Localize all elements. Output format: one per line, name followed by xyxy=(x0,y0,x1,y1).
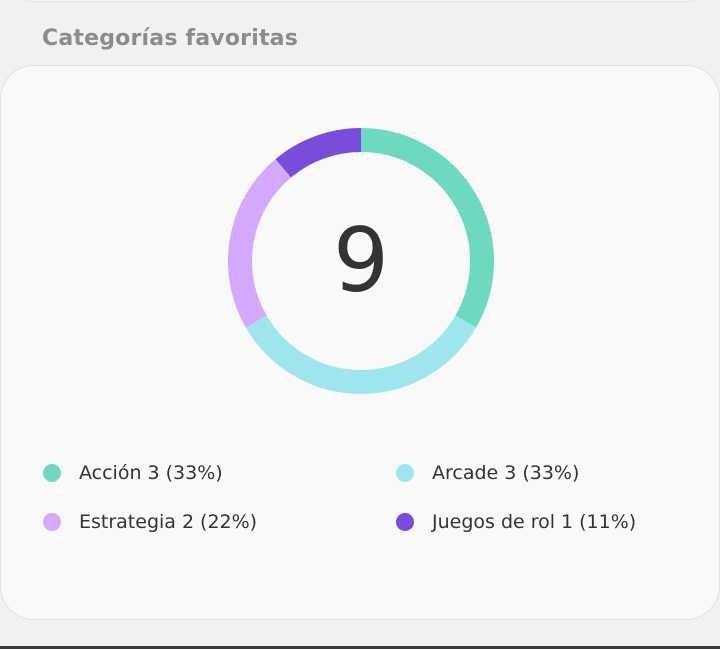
legend-label-estrategia: Estrategia xyxy=(79,511,176,533)
donut-chart: 9 xyxy=(227,127,495,395)
section-title: Categorías favoritas xyxy=(42,26,299,51)
legend-dot-accion xyxy=(43,464,61,482)
legend-label-arcade: Arcade xyxy=(432,462,499,484)
legend-item-estrategia: Estrategia 2 (22%) xyxy=(43,511,257,533)
legend-dot-estrategia xyxy=(43,513,61,531)
legend-count-accion: 3 xyxy=(147,462,160,484)
legend-item-accion: Acción 3 (33%) xyxy=(43,462,223,484)
legend-dot-arcade xyxy=(396,464,414,482)
legend-percent-accion: (33%) xyxy=(165,462,223,484)
legend-count-estrategia: 2 xyxy=(181,511,195,533)
legend-percent-estrategia: (22%) xyxy=(200,511,258,533)
legend-count-juegos-de-rol: 1 xyxy=(561,511,574,533)
legend-percent-juegos-de-rol: (11%) xyxy=(579,511,637,533)
legend-count-arcade: 3 xyxy=(504,462,517,484)
legend-item-arcade: Arcade 3 (33%) xyxy=(396,462,579,484)
favorite-categories-card: 9 Acción 3 (33%) Arcade 3 (33%) Estrateg… xyxy=(0,65,720,620)
donut-total: 9 xyxy=(333,209,389,312)
legend-percent-arcade: (33%) xyxy=(522,462,580,484)
legend-dot-juegos-de-rol xyxy=(396,513,414,531)
previous-card-edge xyxy=(18,0,702,2)
legend-label-juegos-de-rol: Juegos de rol xyxy=(432,511,556,533)
legend-label-accion: Acción xyxy=(79,462,142,484)
legend-item-juegos-de-rol: Juegos de rol 1 (11%) xyxy=(396,511,636,533)
